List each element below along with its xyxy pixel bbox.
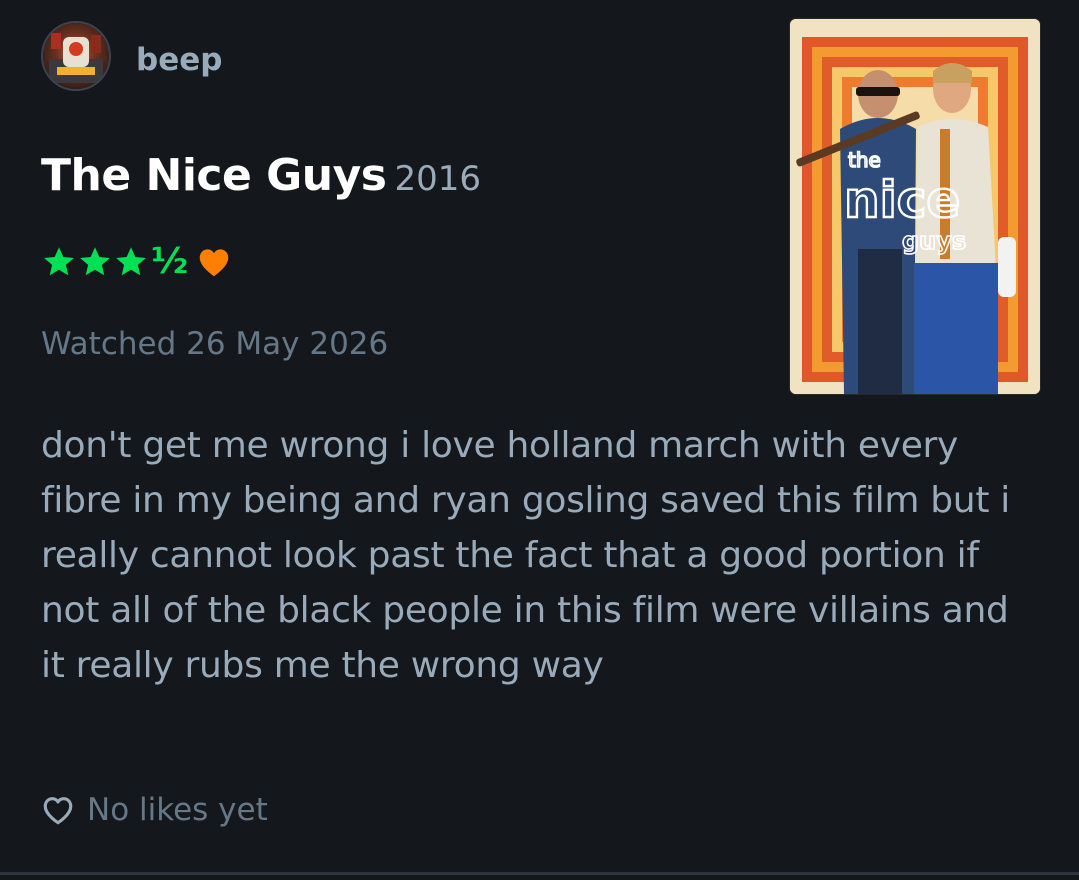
divider bbox=[0, 872, 1079, 875]
username[interactable]: beep bbox=[136, 38, 222, 82]
film-year[interactable]: 2016 bbox=[394, 159, 481, 199]
poster-logo-sub: guys bbox=[902, 227, 966, 255]
star-icon bbox=[44, 247, 74, 276]
film-poster[interactable]: the nice guys bbox=[790, 19, 1040, 394]
film-title[interactable]: The Nice Guys bbox=[41, 150, 387, 201]
film-title-line: The Nice Guys 2016 bbox=[41, 148, 481, 213]
likes-count-text: No likes yet bbox=[87, 792, 268, 828]
star-icon bbox=[80, 247, 110, 276]
poster-art: the nice guys bbox=[790, 19, 1040, 394]
poster-logo-small: the bbox=[848, 148, 881, 172]
review-text: don't get me wrong i love holland march … bbox=[41, 425, 1010, 686]
watched-date[interactable]: Watched 26 May 2026 bbox=[41, 322, 388, 366]
likes-row[interactable]: No likes yet bbox=[41, 788, 268, 832]
star-icon bbox=[116, 247, 146, 276]
heart-outline-icon[interactable] bbox=[41, 794, 75, 826]
poster-logo-main: nice bbox=[844, 171, 960, 229]
avatar[interactable] bbox=[41, 21, 111, 91]
rating-row: ½ bbox=[41, 240, 232, 284]
half-star: ½ bbox=[151, 241, 189, 282]
avatar-image bbox=[43, 23, 109, 89]
heart-filled-icon bbox=[200, 249, 229, 277]
